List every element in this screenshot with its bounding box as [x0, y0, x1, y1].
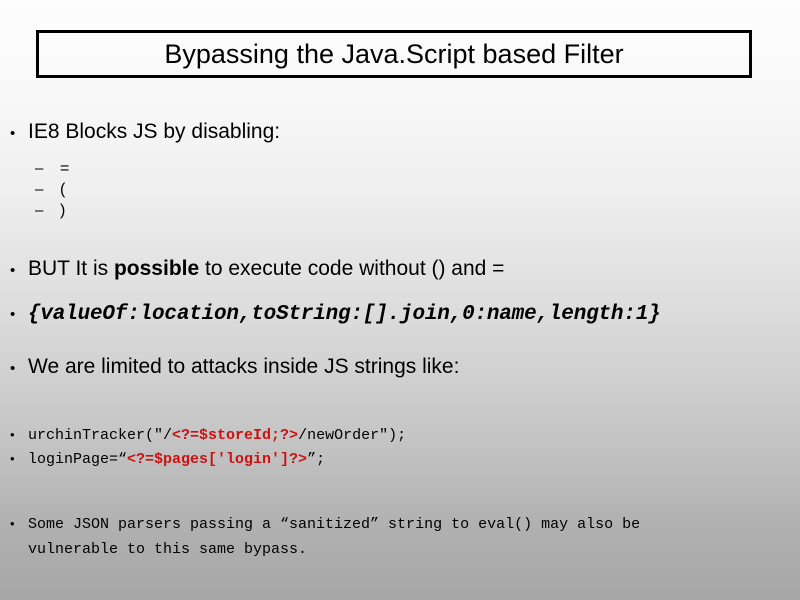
code-run-pre: urchinTracker("/: [28, 427, 173, 444]
bullet-marker-icon: •: [10, 262, 16, 279]
slide-canvas: Bypassing the Java.Script based Filter •…: [0, 0, 800, 600]
list-item-label: (: [60, 181, 66, 198]
dash-marker-icon: –: [35, 181, 44, 198]
code-run-post: /newOrder");: [298, 427, 407, 444]
list-item: • IE8 Blocks JS by disabling:: [0, 118, 800, 148]
bullet-marker-icon: •: [10, 516, 15, 531]
bullet-marker-icon: •: [10, 306, 16, 323]
code-object-literal: {valueOf:location,toString:[].join,0:nam…: [28, 303, 661, 326]
list-item-label: IE8 Blocks JS by disabling:: [28, 120, 281, 143]
code-run-highlight: <?=$pages['login']?>: [127, 451, 308, 468]
list-item: • BUT It is possible to execute code wit…: [0, 255, 800, 285]
slide-body: • IE8 Blocks JS by disabling: – = – ( – …: [0, 118, 800, 562]
text-run-pre: BUT It is: [28, 257, 114, 280]
list-item: – (: [0, 179, 800, 200]
list-item: • urchinTracker("/<?=$storeId;?>/newOrde…: [0, 423, 800, 447]
code-run-pre: loginPage=“: [28, 451, 128, 468]
code-run-highlight: <?=$storeId;?>: [172, 427, 299, 444]
bullet-marker-icon: •: [10, 427, 15, 442]
page-title: Bypassing the Java.Script based Filter: [164, 38, 624, 69]
bullet-marker-icon: •: [10, 360, 16, 377]
dash-marker-icon: –: [35, 202, 44, 219]
list-item: • Some JSON parsers passing a “sanitized…: [0, 511, 800, 562]
list-item-label: BUT It is possible to execute code witho…: [28, 255, 800, 283]
list-item: • {valueOf:location,toString:[].join,0:n…: [0, 301, 800, 329]
bullet-marker-icon: •: [10, 125, 16, 142]
text-run-bold: possible: [113, 257, 200, 280]
code-run-post: ”;: [307, 451, 326, 468]
text-run-post: to execute code without () and =: [199, 257, 505, 280]
title-box: Bypassing the Java.Script based Filter: [36, 30, 752, 78]
list-item: – ): [0, 200, 800, 221]
list-item-label: =: [60, 160, 70, 177]
list-item: • We are limited to attacks inside JS st…: [0, 353, 800, 383]
note-line-1: Some JSON parsers passing a “sanitized” …: [28, 516, 533, 533]
note-json-parsers: Some JSON parsers passing a “sanitized” …: [28, 512, 728, 562]
list-item: • loginPage=“<?=$pages['login']?>”;: [0, 447, 800, 471]
bullet-marker-icon: •: [10, 451, 15, 466]
code-line-urchin-tracker: urchinTracker("/<?=$storeId;?>/newOrder"…: [28, 424, 800, 447]
list-item: – =: [0, 158, 800, 179]
list-item-label: ): [60, 202, 66, 219]
dash-marker-icon: –: [35, 160, 44, 177]
list-item-label: We are limited to attacks inside JS stri…: [28, 355, 460, 378]
code-line-login-page: loginPage=“<?=$pages['login']?>”;: [28, 448, 800, 471]
